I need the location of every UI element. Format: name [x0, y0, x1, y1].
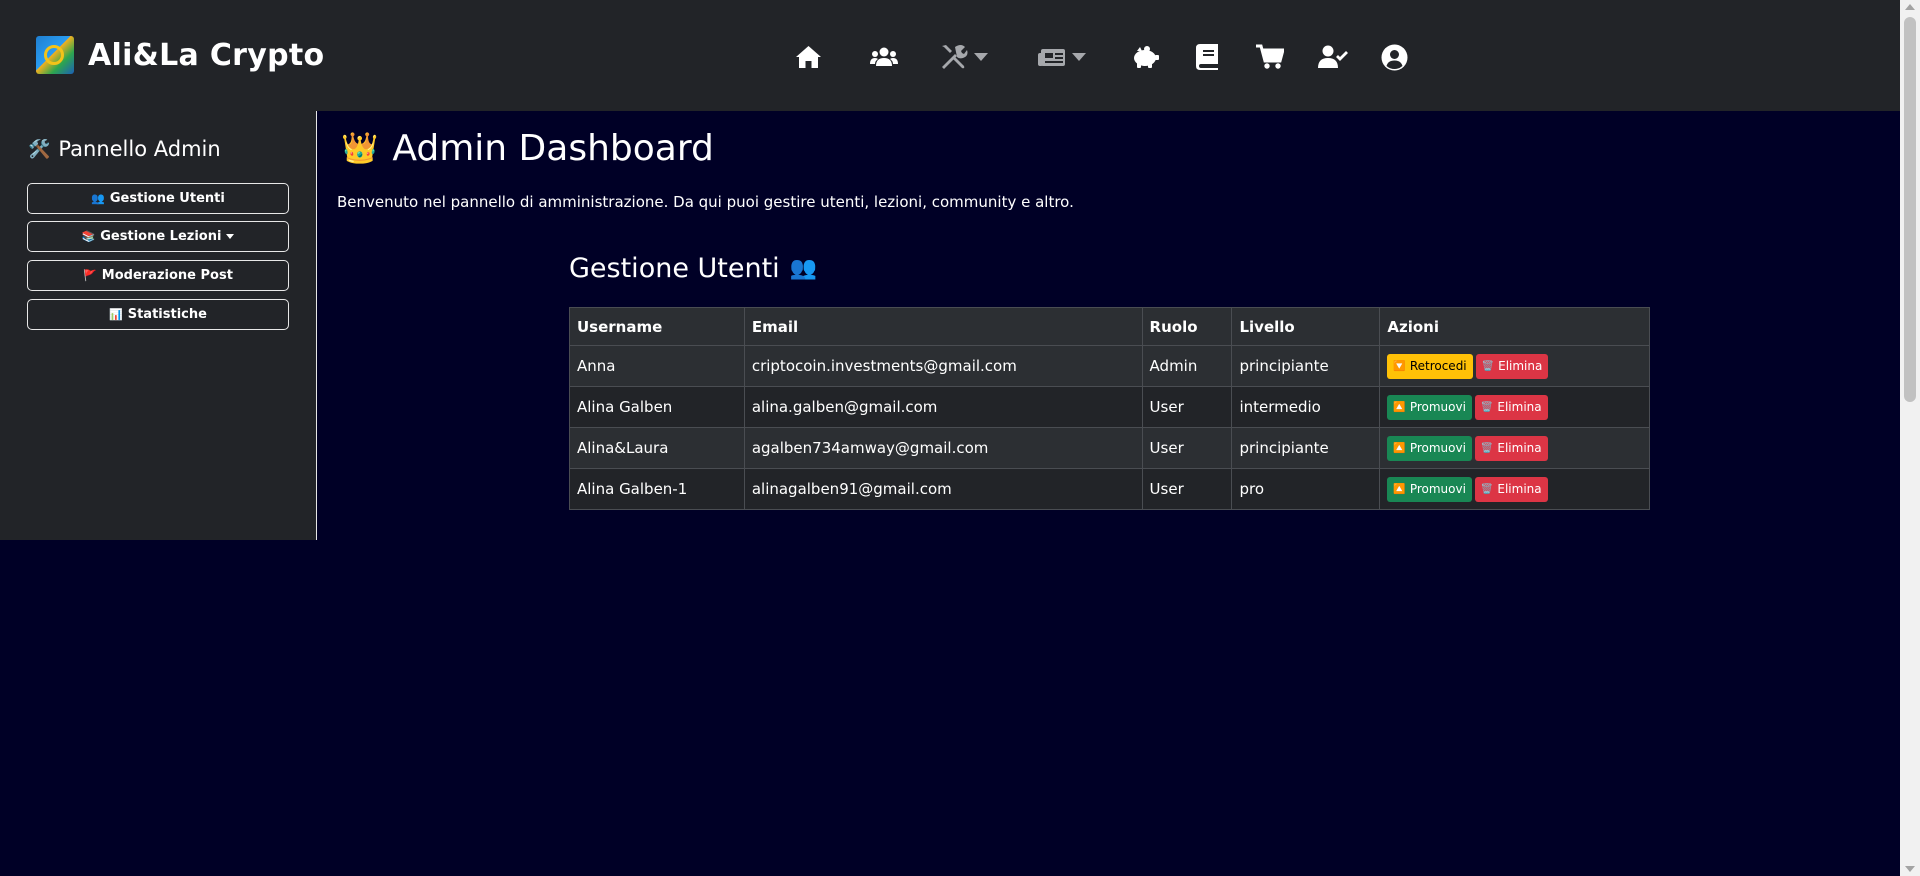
page-title: 👑 Admin Dashboard — [341, 128, 714, 169]
arrow-up-icon: 🔼 — [1393, 442, 1406, 454]
sidebar-item-label: Gestione Utenti — [109, 191, 225, 206]
user-circle-icon[interactable] — [1381, 40, 1408, 74]
top-navbar: Ali&La Crypto — [0, 0, 1900, 111]
button-label: Elimina — [1497, 482, 1542, 496]
sidebar-title: 🛠️ Pannello Admin — [28, 137, 221, 161]
tools-icon: 🛠️ — [28, 138, 51, 160]
user-check-icon[interactable] — [1318, 40, 1348, 74]
sidebar-item-label: Statistiche — [127, 307, 207, 322]
scrollbar-thumb[interactable] — [1904, 17, 1916, 402]
users-icon: 👥 — [91, 192, 105, 205]
email-cell: agalben734amway@gmail.com — [743, 427, 1143, 469]
username-cell: Anna — [569, 345, 745, 387]
page-title-text: Admin Dashboard — [392, 128, 714, 169]
section-title: Gestione Utenti 👥 — [569, 253, 817, 284]
column-header: Livello — [1231, 307, 1381, 346]
crown-icon: 👑 — [341, 131, 379, 166]
actions-cell: 🔼 Promuovi 🗑️ Elimina — [1379, 427, 1650, 469]
users-table: Username Email Ruolo Livello Azioni Anna… — [569, 307, 1650, 510]
tools-dropdown[interactable] — [939, 40, 988, 74]
delete-button[interactable]: 🗑️ Elimina — [1474, 435, 1548, 461]
table-row: Alina Galben alina.galben@gmail.com User… — [569, 386, 1650, 428]
level-cell: principiante — [1231, 427, 1381, 469]
column-header: Azioni — [1379, 307, 1650, 346]
trash-icon: 🗑️ — [1480, 442, 1494, 454]
users-icon[interactable] — [870, 40, 898, 74]
cart-icon[interactable] — [1256, 40, 1284, 74]
sidebar-item-statistiche[interactable]: 📊 Statistiche — [27, 299, 289, 330]
level-cell: principiante — [1231, 345, 1381, 387]
table-row: Anna criptocoin.investments@gmail.com Ad… — [569, 345, 1650, 387]
level-cell: intermedio — [1231, 386, 1381, 428]
role-cell: Admin — [1141, 345, 1233, 387]
button-label: Elimina — [1497, 441, 1542, 455]
scroll-down-arrow-icon[interactable] — [1905, 866, 1915, 872]
flag-icon: 🚩 — [83, 269, 97, 282]
welcome-text: Benvenuto nel pannello di amministrazion… — [337, 193, 1074, 211]
sidebar-item-gestione-lezioni[interactable]: 📚 Gestione Lezioni — [27, 221, 289, 252]
username-cell: Alina Galben-1 — [569, 468, 745, 510]
column-header: Ruolo — [1141, 307, 1233, 346]
book-icon[interactable] — [1196, 40, 1218, 74]
actions-cell: 🔼 Promuovi 🗑️ Elimina — [1379, 386, 1650, 428]
table-row: Alina&Laura agalben734amway@gmail.com Us… — [569, 427, 1650, 469]
demote-button[interactable]: 🔽 Retrocedi — [1387, 353, 1473, 379]
sidebar-item-gestione-utenti[interactable]: 👥 Gestione Utenti — [27, 183, 289, 214]
trash-icon: 🗑️ — [1480, 483, 1494, 495]
email-cell: alina.galben@gmail.com — [743, 386, 1143, 428]
trash-icon: 🗑️ — [1481, 360, 1495, 372]
sidebar-item-label: Gestione Lezioni — [100, 229, 222, 244]
promote-button[interactable]: 🔼 Promuovi — [1387, 435, 1472, 461]
level-cell: pro — [1231, 468, 1381, 510]
role-cell: User — [1141, 427, 1233, 469]
username-cell: Alina&Laura — [569, 427, 745, 469]
table-header-row: Username Email Ruolo Livello Azioni — [569, 307, 1650, 346]
arrow-up-icon: 🔼 — [1393, 401, 1406, 413]
email-cell: alinagalben91@gmail.com — [743, 468, 1143, 510]
promote-button[interactable]: 🔼 Promuovi — [1387, 476, 1472, 502]
chevron-down-icon — [974, 53, 988, 61]
piggy-bank-icon[interactable] — [1131, 40, 1159, 74]
admin-sidebar: 🛠️ Pannello Admin 👥 Gestione Utenti 📚 Ge… — [0, 111, 317, 540]
button-label: Promuovi — [1409, 482, 1466, 496]
role-cell: User — [1141, 468, 1233, 510]
chevron-down-icon — [226, 234, 235, 239]
delete-button[interactable]: 🗑️ Elimina — [1475, 353, 1549, 379]
username-cell: Alina Galben — [569, 386, 745, 428]
chevron-down-icon — [1072, 53, 1086, 61]
button-label: Elimina — [1498, 359, 1543, 373]
column-header: Username — [569, 307, 745, 346]
trash-icon: 🗑️ — [1480, 401, 1494, 413]
arrow-down-icon: 🔽 — [1393, 360, 1406, 372]
actions-cell: 🔼 Promuovi 🗑️ Elimina — [1379, 468, 1650, 510]
newspaper-icon — [1038, 49, 1065, 66]
button-label: Elimina — [1497, 400, 1542, 414]
section-title-text: Gestione Utenti — [569, 253, 780, 284]
chart-icon: 📊 — [109, 308, 123, 321]
table-row: Alina Galben-1 alinagalben91@gmail.com U… — [569, 468, 1650, 510]
books-icon: 📚 — [81, 230, 96, 243]
delete-button[interactable]: 🗑️ Elimina — [1474, 476, 1548, 502]
sidebar-title-label: Pannello Admin — [58, 137, 221, 161]
sidebar-item-moderazione-post[interactable]: 🚩 Moderazione Post — [27, 260, 289, 291]
sidebar-item-label: Moderazione Post — [101, 268, 233, 283]
vertical-scrollbar[interactable] — [1900, 0, 1920, 876]
column-header: Email — [743, 307, 1143, 346]
actions-cell: 🔽 Retrocedi 🗑️ Elimina — [1379, 345, 1650, 387]
button-label: Retrocedi — [1409, 359, 1467, 373]
email-cell: criptocoin.investments@gmail.com — [743, 345, 1143, 387]
users-icon: 👥 — [789, 256, 818, 281]
role-cell: User — [1141, 386, 1233, 428]
news-dropdown[interactable] — [1038, 40, 1086, 74]
nav-icons — [0, 40, 1900, 74]
scroll-up-arrow-icon[interactable] — [1905, 4, 1915, 10]
tools-icon — [942, 45, 968, 69]
promote-button[interactable]: 🔼 Promuovi — [1387, 394, 1472, 420]
button-label: Promuovi — [1409, 441, 1466, 455]
delete-button[interactable]: 🗑️ Elimina — [1474, 394, 1548, 420]
home-icon[interactable] — [795, 40, 822, 74]
button-label: Promuovi — [1409, 400, 1466, 414]
arrow-up-icon: 🔼 — [1393, 483, 1406, 495]
